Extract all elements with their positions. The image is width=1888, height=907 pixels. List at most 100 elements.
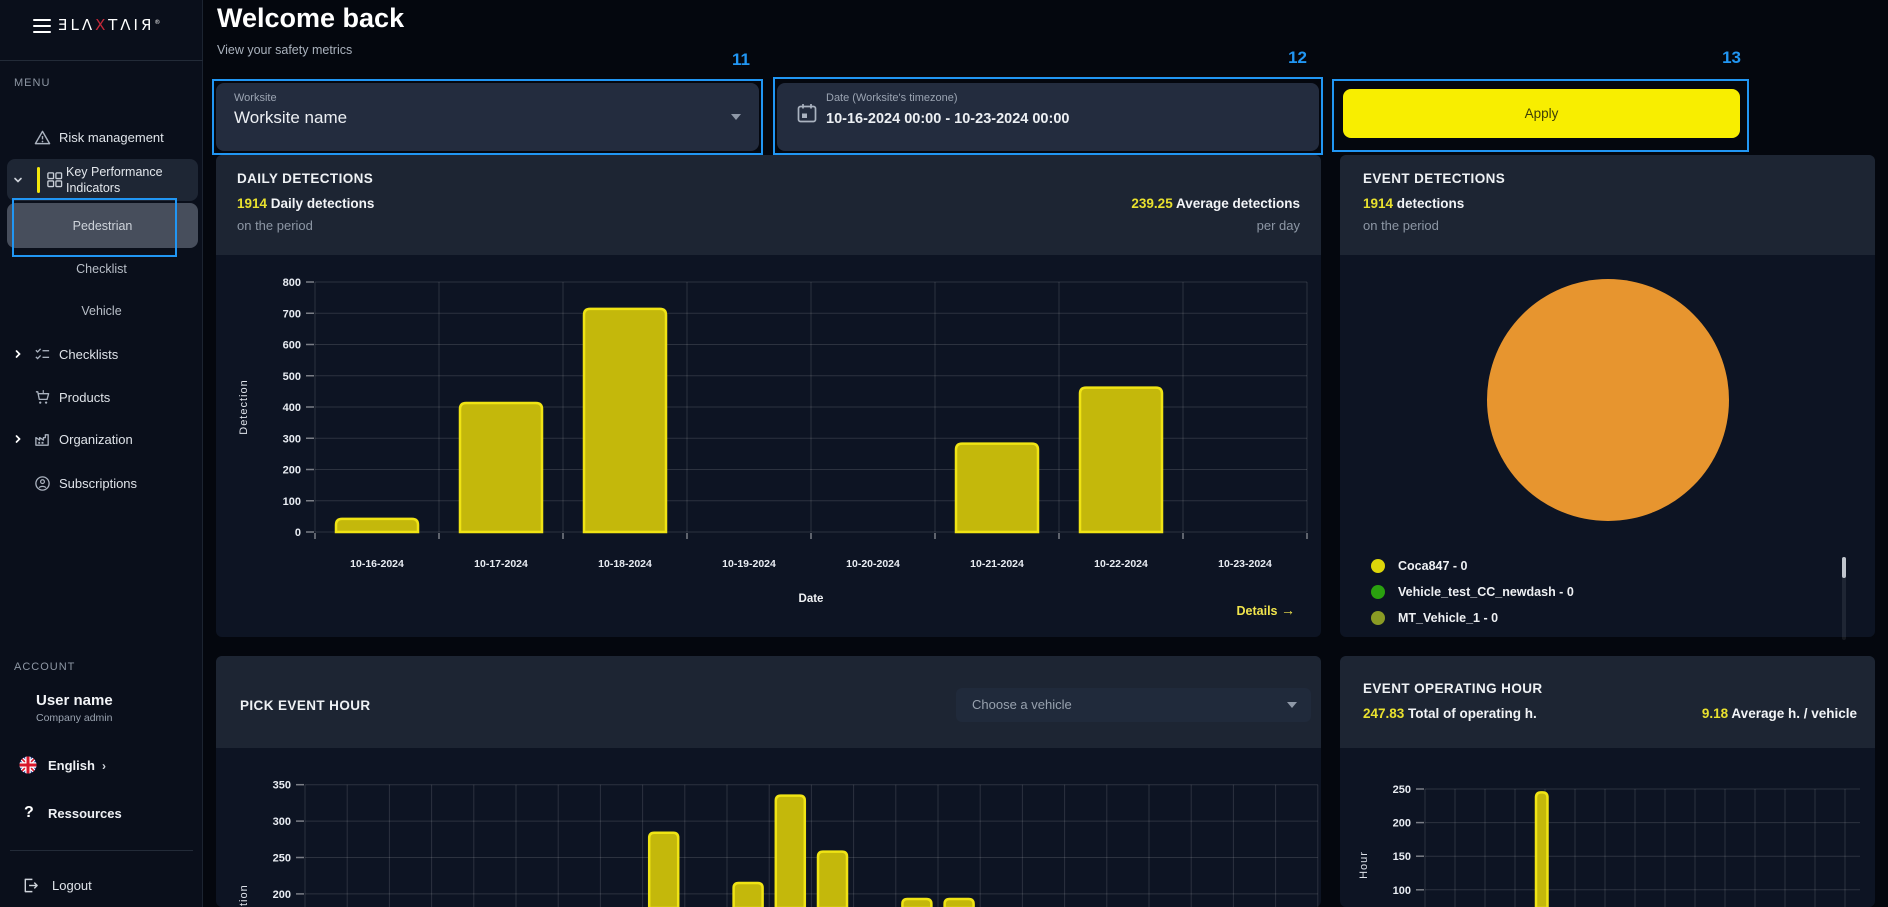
- sidebar-item-products[interactable]: Products: [0, 383, 203, 411]
- resources-label: Ressources: [48, 806, 122, 821]
- svg-text:150: 150: [1393, 851, 1411, 863]
- logo-row: ƎLΛXTΛIЯ®: [0, 8, 203, 44]
- svg-text:350: 350: [273, 780, 291, 792]
- language-label: English›: [48, 758, 106, 773]
- logout-label: Logout: [52, 878, 92, 893]
- legend-item[interactable]: MT_Vehicle_1 - 0: [1371, 611, 1498, 625]
- event-detections-pie-chart: [1340, 255, 1875, 637]
- svg-text:10-23-2024: 10-23-2024: [1218, 558, 1272, 570]
- sidebar-item-label: Key PerformanceIndicators: [66, 164, 163, 196]
- sidebar-item-label: Risk management: [59, 130, 164, 145]
- daily-detections-header: DAILY DETECTIONS 1914 Daily detections o…: [216, 155, 1321, 255]
- sidebar-item-key-performance-indicators[interactable]: Key PerformanceIndicators: [7, 159, 198, 201]
- legend-label: Coca847 - 0: [1398, 559, 1467, 573]
- vehicle-select-placeholder: Choose a vehicle: [972, 697, 1072, 712]
- svg-text:800: 800: [283, 277, 301, 289]
- bar-hour-12: [818, 852, 847, 907]
- annotation-label-12: 12: [1273, 48, 1307, 68]
- language-selector[interactable]: English›: [0, 752, 203, 778]
- legend-color-dot: [1371, 559, 1385, 573]
- bar-vehicle: [1536, 792, 1548, 907]
- svg-text:200: 200: [273, 889, 291, 901]
- dashboard-page: ƎLΛXTΛIЯ® MENU Risk management Key Perfo…: [0, 0, 1888, 907]
- vehicle-select[interactable]: Choose a vehicle: [956, 688, 1311, 722]
- bar-hour-11: [776, 796, 805, 907]
- sidebar-divider: [0, 60, 203, 61]
- bar-10-21-2024: [956, 444, 1038, 532]
- daily-average-metric: 239.25 Average detections: [1131, 196, 1300, 211]
- daily-total-sub: on the period: [237, 218, 313, 233]
- event-detections-header: EVENT DETECTIONS 1914 detections on the …: [1340, 155, 1875, 255]
- operating-average-metric: 9.18 Average h. / vehicle: [1702, 706, 1857, 721]
- event-operating-hour-header: EVENT OPERATING HOUR 247.83 Total of ope…: [1340, 656, 1875, 748]
- kpi-grid-icon: [46, 171, 63, 188]
- shopping-cart-icon: [34, 389, 51, 406]
- scrollbar-thumb[interactable]: [1842, 557, 1846, 578]
- legend-scrollbar[interactable]: [1842, 557, 1846, 640]
- factory-icon: [34, 431, 51, 448]
- svg-text:600: 600: [283, 340, 301, 352]
- svg-text:Detection: Detection: [238, 379, 250, 434]
- chevron-down-icon: [731, 114, 741, 120]
- sidebar-item-label: Organization: [59, 432, 133, 447]
- sidebar-item-checklists[interactable]: Checklists: [0, 340, 203, 368]
- resources-link[interactable]: ? Ressources: [0, 800, 203, 826]
- sidebar-item-vehicle[interactable]: Vehicle: [0, 297, 203, 325]
- bar-hour-14: [902, 899, 931, 907]
- svg-text:10-20-2024: 10-20-2024: [846, 558, 900, 570]
- sidebar-divider: [10, 850, 193, 851]
- daily-average-sub: per day: [1257, 218, 1300, 233]
- sidebar-item-pedestrian[interactable]: Pedestrian: [7, 203, 198, 248]
- svg-text:200: 200: [1393, 818, 1411, 830]
- svg-text:100: 100: [283, 496, 301, 508]
- daily-detections-bar-chart: 010020030040050060070080010-16-202410-17…: [216, 255, 1321, 637]
- apply-button[interactable]: Apply: [1343, 89, 1740, 138]
- operating-total-metric: 247.83 Total of operating h.: [1363, 706, 1537, 721]
- hamburger-menu-icon[interactable]: [33, 19, 51, 33]
- legend-color-dot: [1371, 585, 1385, 599]
- svg-text:200: 200: [283, 465, 301, 477]
- bar-10-18-2024: [584, 309, 666, 532]
- bar-10-22-2024: [1080, 388, 1162, 532]
- svg-text:Detection: Detection: [238, 884, 250, 907]
- sidebar-item-label: Subscriptions: [59, 476, 137, 491]
- svg-text:300: 300: [273, 816, 291, 828]
- chevron-right-icon: [13, 349, 23, 359]
- legend-color-dot: [1371, 611, 1385, 625]
- event-operating-hour-bar-chart: 50100150200250Hour: [1340, 748, 1875, 907]
- sidebar-item-label: Products: [59, 390, 110, 405]
- arrow-right-icon: →: [1281, 602, 1295, 618]
- sidebar-item-risk-management[interactable]: Risk management: [0, 120, 203, 154]
- sidebar-item-label: Vehicle: [0, 304, 203, 318]
- date-range-field[interactable]: Date (Worksite's timezone) 10-16-2024 00…: [777, 83, 1319, 151]
- legend-item[interactable]: Coca847 - 0: [1371, 559, 1467, 573]
- svg-text:10-21-2024: 10-21-2024: [970, 558, 1024, 570]
- sidebar-item-checklist[interactable]: Checklist: [0, 255, 203, 283]
- logout-button[interactable]: Logout: [0, 872, 203, 898]
- pie-slice: [1487, 279, 1729, 521]
- sidebar-item-subscriptions[interactable]: Subscriptions: [0, 469, 203, 497]
- chevron-right-icon: ›: [102, 759, 106, 773]
- svg-text:700: 700: [283, 308, 301, 320]
- svg-text:250: 250: [1393, 784, 1411, 796]
- legend-item[interactable]: Vehicle_test_CC_newdash - 0: [1371, 585, 1574, 599]
- svg-text:300: 300: [283, 433, 301, 445]
- date-field-label: Date (Worksite's timezone): [826, 92, 958, 104]
- sidebar-item-label: Pedestrian: [7, 219, 198, 233]
- annotation-label-11: 11: [716, 50, 750, 70]
- svg-text:10-16-2024: 10-16-2024: [350, 558, 404, 570]
- worksite-select-value: Worksite name: [234, 108, 347, 128]
- details-link[interactable]: Details →: [1180, 602, 1295, 618]
- worksite-select[interactable]: Worksite Worksite name: [216, 83, 759, 151]
- date-field-value: 10-16-2024 00:00 - 10-23-2024 00:00: [826, 111, 1069, 127]
- account-section-label: ACCOUNT: [14, 661, 75, 673]
- person-circle-icon: [34, 475, 51, 492]
- panel-title: EVENT DETECTIONS: [1363, 171, 1505, 186]
- svg-text:100: 100: [1393, 885, 1411, 897]
- chevron-down-icon: [13, 175, 23, 185]
- uk-flag-icon: [19, 756, 37, 774]
- checklist-icon: [34, 346, 51, 363]
- panel-title: DAILY DETECTIONS: [237, 171, 373, 186]
- svg-text:Hour: Hour: [1358, 851, 1370, 879]
- sidebar-item-organization[interactable]: Organization: [0, 425, 203, 453]
